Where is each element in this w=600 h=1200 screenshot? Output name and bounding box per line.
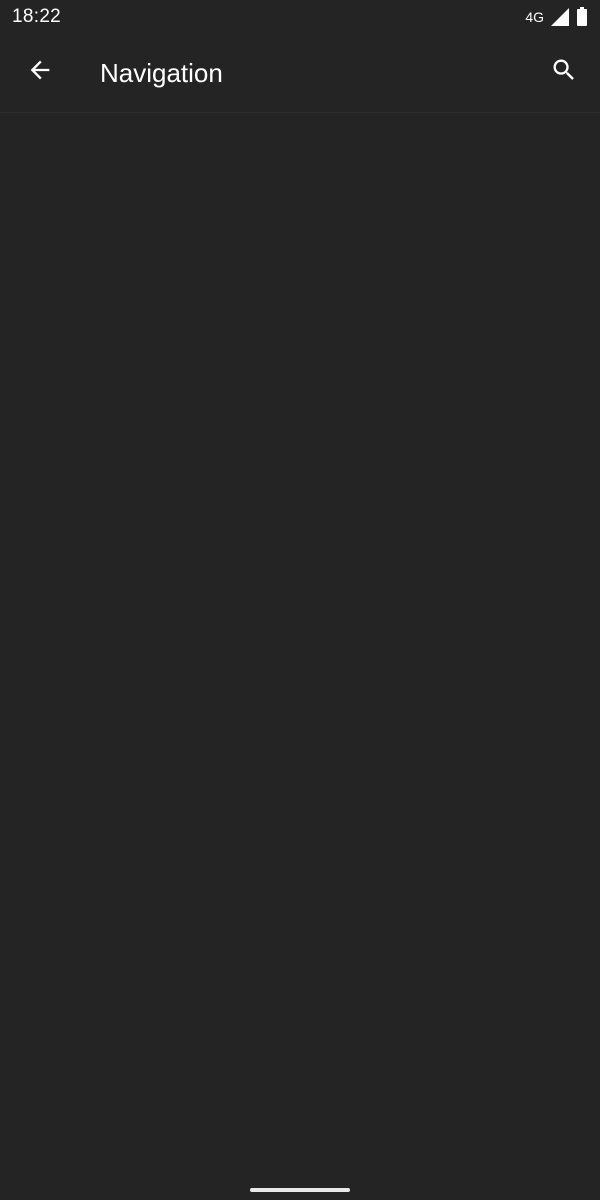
search-button[interactable]	[542, 48, 586, 92]
home-indicator[interactable]	[250, 1188, 350, 1192]
status-time: 18:22	[12, 6, 62, 27]
status-icons: 4G	[525, 7, 588, 27]
app-bar: Navigation	[0, 34, 600, 112]
search-icon	[553, 59, 574, 80]
arrow-back-icon	[30, 60, 50, 80]
network-type-label: 4G	[525, 9, 544, 25]
battery-icon	[577, 7, 587, 26]
back-button[interactable]	[18, 48, 62, 92]
screen: 18:22 4G Navigation	[0, 0, 600, 1200]
page-title: Navigation	[100, 58, 223, 88]
status-bar: 18:22 4G	[0, 0, 600, 34]
content-area	[0, 113, 600, 1173]
signal-icon	[551, 8, 569, 26]
